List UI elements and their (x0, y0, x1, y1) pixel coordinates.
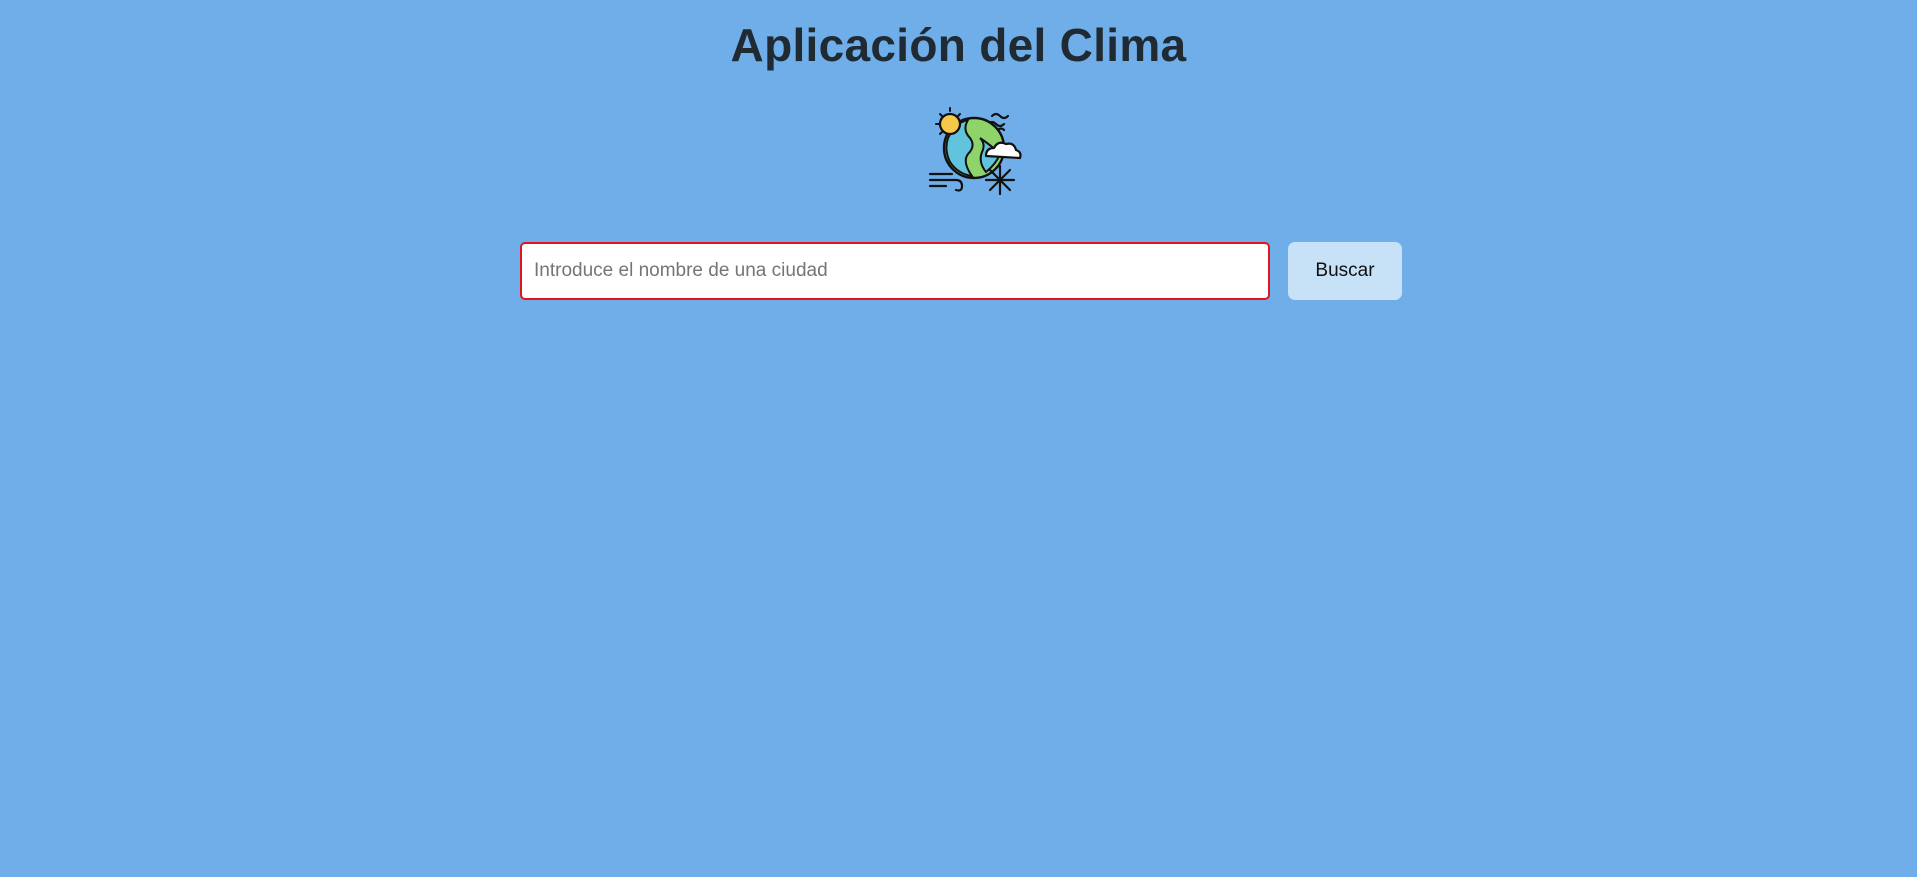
weather-app: Aplicación del Clima Introduce el nombre… (0, 0, 1917, 877)
search-button[interactable]: Buscar (1288, 242, 1402, 300)
globe-weather-icon (928, 107, 1022, 196)
page-title: Aplicación del Clima (730, 19, 1187, 71)
city-search-input[interactable] (520, 242, 1270, 300)
search-bar: Buscar (520, 242, 1402, 300)
